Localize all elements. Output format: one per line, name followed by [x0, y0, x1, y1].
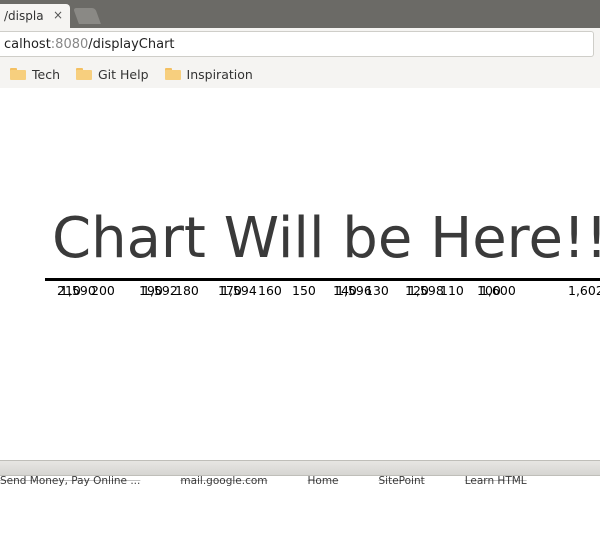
bookmark-tech[interactable]: Tech: [2, 63, 68, 85]
taskbar-item[interactable]: Learn HTML: [465, 475, 527, 487]
axis-tick-label: 180: [175, 283, 199, 298]
chart-x-axis: [45, 278, 600, 281]
axis-tick-label: 200: [91, 283, 115, 298]
bookmark-label: Git Help: [98, 67, 149, 82]
taskbar-item[interactable]: mail.google.com: [180, 475, 267, 487]
address-bar-row: calhost:8080/displayChart: [0, 28, 600, 61]
axis-tick-label: 1,602: [568, 283, 600, 298]
taskbar-item[interactable]: Home: [308, 475, 339, 487]
axis-tick-label: 1,598: [408, 283, 444, 298]
url-input[interactable]: calhost:8080/displayChart: [0, 31, 594, 57]
close-icon[interactable]: ×: [52, 9, 64, 21]
bookmarks-bar: Tech Git Help Inspiration: [0, 60, 600, 89]
page-title: Chart Will be Here!!: [52, 206, 600, 271]
page-content: Chart Will be Here!! 2101,5902001901,592…: [0, 88, 600, 460]
folder-icon: [165, 68, 181, 80]
bookmark-label: Inspiration: [187, 67, 253, 82]
tab-strip: /displa ×: [0, 0, 600, 28]
axis-tick-label: 130: [365, 283, 389, 298]
axis-tick-label: 110: [440, 283, 464, 298]
bookmark-label: Tech: [32, 67, 60, 82]
url-port: :8080: [51, 37, 88, 52]
new-tab-button[interactable]: [73, 8, 101, 24]
axis-tick-label: 1,594: [221, 283, 257, 298]
axis-tick-label: 1,592: [142, 283, 178, 298]
url-path: /displayChart: [88, 37, 174, 52]
bookmark-git-help[interactable]: Git Help: [68, 63, 157, 85]
axis-tick-label: 160: [258, 283, 282, 298]
tab-title: /displa: [4, 9, 44, 23]
axis-tick-label: 150: [292, 283, 316, 298]
bookmark-inspiration[interactable]: Inspiration: [157, 63, 261, 85]
taskbar-item[interactable]: Send Money, Pay Online ...: [0, 475, 140, 487]
chart-x-ticks: 2101,5902001901,5921801701,5941601501401…: [45, 283, 600, 303]
folder-icon: [10, 68, 26, 80]
browser-tab[interactable]: /displa ×: [0, 4, 70, 28]
axis-tick-label: 1,600: [480, 283, 516, 298]
taskbar-item[interactable]: SitePoint: [379, 475, 425, 487]
folder-icon: [76, 68, 92, 80]
taskbar-labels: Send Money, Pay Online ... mail.google.c…: [0, 474, 600, 488]
url-host: calhost: [4, 37, 51, 52]
